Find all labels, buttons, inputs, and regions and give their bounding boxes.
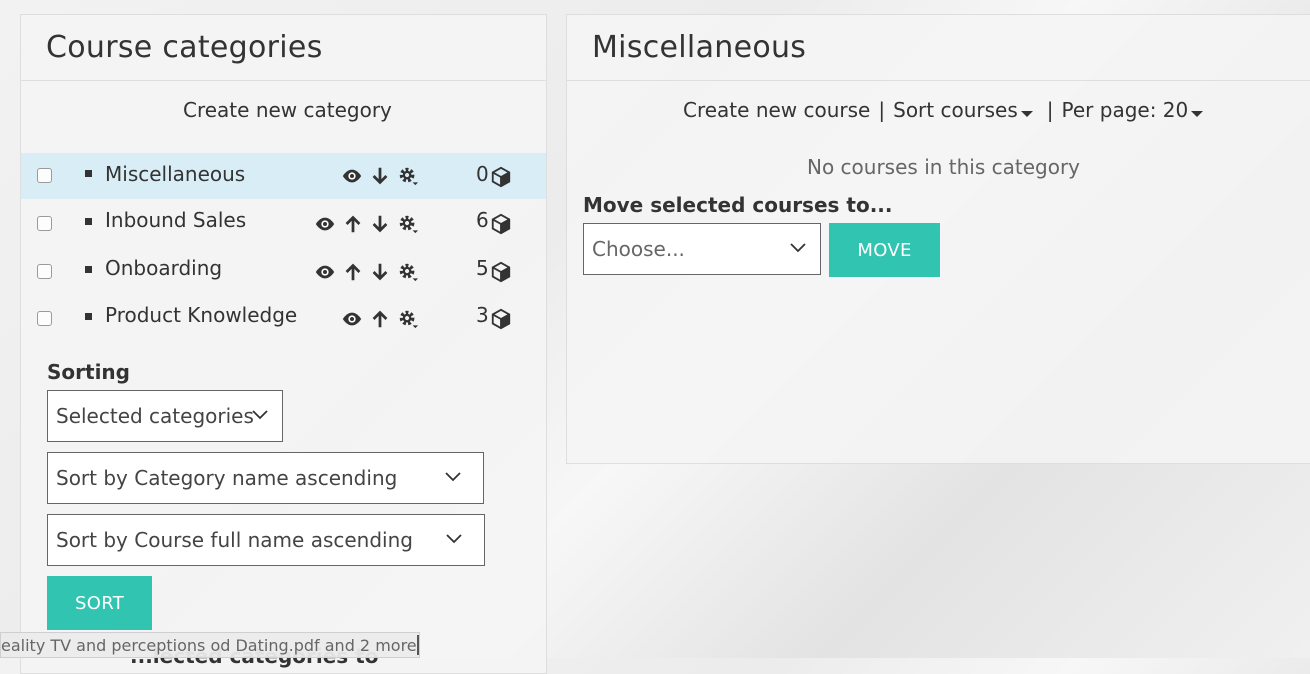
separator: | [1046,98,1054,122]
category-name[interactable]: Inbound Sales [105,208,246,232]
eye-icon[interactable] [341,308,363,330]
cube-icon [490,166,512,188]
sort-scope-select[interactable]: Selected categories [47,390,283,442]
bullet-icon [85,218,92,225]
bullet-icon [85,313,92,320]
category-title: Miscellaneous [592,30,807,65]
arrow-down-icon[interactable] [369,261,391,283]
category-name[interactable]: Miscellaneous [105,162,245,186]
category-courses-panel: Miscellaneous Create new course | Sort c… [566,14,1310,464]
category-row-onboarding: Onboarding 5 [21,247,546,293]
sort-courses-menu[interactable]: Sort courses [893,98,1033,122]
caret-down-icon [1191,111,1204,117]
arrow-down-icon[interactable] [369,165,391,187]
caret-down-icon [1020,111,1033,117]
sorting-label: Sorting [47,360,130,384]
course-categories-panel: Course categories Create new category Mi… [20,14,547,674]
move-target-select[interactable]: Choose... [583,223,821,275]
eye-icon[interactable] [341,165,363,187]
page-title: Course categories [46,30,323,65]
bullet-icon [85,170,92,177]
select-value: Sort by Course full name ascending [56,528,413,552]
course-count: 3 [476,303,489,327]
move-courses-label: Move selected courses to... [583,193,893,217]
panel-header: Course categories [21,15,546,81]
category-checkbox[interactable] [37,216,52,231]
category-name[interactable]: Onboarding [105,256,222,280]
chevron-down-icon [252,410,268,420]
gear-icon[interactable] [397,261,419,283]
arrow-up-icon[interactable] [342,213,364,235]
category-checkbox[interactable] [37,264,52,279]
cube-icon [490,213,512,235]
text-cursor [417,635,419,655]
tooltip-text: eality TV and perceptions od Dating.pdf … [1,635,417,655]
eye-icon[interactable] [314,213,336,235]
course-sort-select[interactable]: Sort by Course full name ascending [47,514,485,566]
arrow-up-icon[interactable] [342,261,364,283]
file-tooltip: eality TV and perceptions od Dating.pdf … [0,632,420,658]
per-page-menu[interactable]: Per page: 20 [1062,98,1204,122]
select-value: Choose... [592,237,685,261]
chevron-down-icon [445,472,461,482]
move-button[interactable]: MOVE [829,223,940,277]
chevron-down-icon [446,534,462,544]
panel-header: Miscellaneous [567,15,1310,81]
arrow-down-icon[interactable] [369,213,391,235]
create-new-course-link[interactable]: Create new course [683,98,870,122]
sort-button[interactable]: SORT [47,576,152,630]
category-name[interactable]: Product Knowledge [105,303,297,327]
category-row-product-knowledge: Product Knowledge 3 [21,294,546,340]
select-value: Sort by Category name ascending [56,466,398,490]
per-page-label: Per page: 20 [1061,98,1189,122]
course-toolbar: Create new course | Sort courses | Per p… [683,98,1204,122]
category-checkbox[interactable] [37,311,52,326]
course-count: 0 [476,162,489,186]
gear-icon[interactable] [397,213,419,235]
category-sort-select[interactable]: Sort by Category name ascending [47,452,484,504]
cube-icon [490,308,512,330]
empty-message: No courses in this category [807,155,1081,179]
category-row-miscellaneous: Miscellaneous 0 [21,153,546,199]
chevron-down-icon [790,243,806,253]
gear-icon[interactable] [397,308,419,330]
separator: | [878,98,886,122]
bullet-icon [85,266,92,273]
category-checkbox[interactable] [37,168,52,183]
course-count: 5 [476,256,489,280]
sort-courses-label: Sort courses [893,98,1018,122]
arrow-up-icon[interactable] [369,308,391,330]
eye-icon[interactable] [314,261,336,283]
select-value: Selected categories [56,404,254,428]
gear-icon[interactable] [397,165,419,187]
category-row-inbound-sales: Inbound Sales 6 [21,199,546,245]
cube-icon [490,261,512,283]
create-new-category-link[interactable]: Create new category [183,98,392,122]
course-count: 6 [476,208,489,232]
